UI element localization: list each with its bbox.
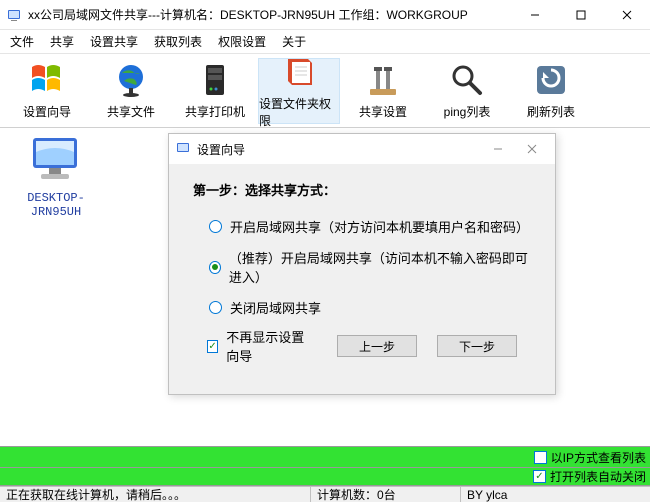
monitor-icon: [27, 134, 85, 187]
wizard-option-3-label: 关闭局域网共享: [230, 298, 321, 317]
book-icon: [280, 53, 318, 91]
toolbar-share-printer[interactable]: 共享打印机: [174, 58, 256, 124]
wizard-options: 开启局域网共享（对方访问本机要填用户名和密码） （推荐）开启局域网共享（访问本机…: [193, 217, 531, 317]
windows-flag-icon: [28, 61, 66, 99]
toolbar-ping-list[interactable]: ping列表: [426, 58, 508, 124]
magnifier-icon: [448, 61, 486, 99]
status-computer-count: 计算机数：0台: [310, 487, 460, 502]
menu-share[interactable]: 共享: [50, 33, 74, 50]
toolbar-share-settings-label: 共享设置: [359, 103, 407, 120]
toolbar-folder-perm-label: 设置文件夹权限: [259, 95, 339, 129]
wizard-dont-show[interactable]: 不再显示设置向导: [207, 327, 313, 365]
app-icon: [6, 7, 22, 23]
wizard-icon: [175, 140, 191, 159]
wizard-option-2[interactable]: （推荐）开启局域网共享（访问本机不输入密码即可进入）: [209, 248, 531, 286]
window-title: xx公司局域网文件共享---计算机名：DESKTOP-JRN95UH 工作组：W…: [28, 6, 512, 23]
globe-icon: [112, 61, 150, 99]
minimize-button[interactable]: [512, 0, 558, 30]
server-icon: [196, 61, 234, 99]
toolbar-refresh[interactable]: 刷新列表: [510, 58, 592, 124]
checkbox-icon: [207, 340, 218, 353]
status-left: 正在获取在线计算机，请稍后。。。: [0, 487, 310, 502]
menu-file[interactable]: 文件: [10, 33, 34, 50]
wizard-option-2-label: （推荐）开启局域网共享（访问本机不输入密码即可进入）: [229, 248, 531, 286]
toolbar-share-printer-label: 共享打印机: [185, 103, 245, 120]
toolbar-wizard-label: 设置向导: [23, 103, 71, 120]
wizard-next-button[interactable]: 下一步: [437, 335, 517, 357]
window-controls: [512, 0, 650, 30]
wizard-footer: 不再显示设置向导 上一步 下一步: [193, 317, 531, 379]
wizard-close-button[interactable]: [515, 137, 549, 161]
menu-about[interactable]: 关于: [282, 33, 306, 50]
options-bar-2: 打开列表自动关闭: [0, 468, 650, 486]
checkbox-icon: [533, 470, 546, 483]
auto-close-label: 打开列表自动关闭: [550, 468, 646, 485]
statusbar: 正在获取在线计算机，请稍后。。。 计算机数：0台 BY ylca: [0, 486, 650, 502]
refresh-icon: [532, 61, 570, 99]
toolbar-ping-list-label: ping列表: [444, 103, 491, 120]
options-bar-1: 以IP方式查看列表: [0, 446, 650, 468]
titlebar: xx公司局域网文件共享---计算机名：DESKTOP-JRN95UH 工作组：W…: [0, 0, 650, 30]
status-author: BY ylca: [460, 487, 650, 502]
radio-icon: [209, 301, 222, 314]
wizard-option-1-label: 开启局域网共享（对方访问本机要填用户名和密码）: [230, 217, 529, 236]
menu-set-share[interactable]: 设置共享: [90, 33, 138, 50]
toolbar-refresh-label: 刷新列表: [527, 103, 575, 120]
wizard-option-1[interactable]: 开启局域网共享（对方访问本机要填用户名和密码）: [209, 217, 531, 236]
wizard-option-3[interactable]: 关闭局域网共享: [209, 298, 531, 317]
wizard-minimize-button[interactable]: [481, 137, 515, 161]
wizard-titlebar: 设置向导: [169, 134, 555, 164]
computer-item[interactable]: DESKTOP-JRN95UH: [6, 134, 106, 219]
radio-icon: [209, 261, 221, 274]
wizard-step-title: 第一步：选择共享方式：: [193, 180, 531, 199]
maximize-button[interactable]: [558, 0, 604, 30]
close-button[interactable]: [604, 0, 650, 30]
radio-icon: [209, 220, 222, 233]
wizard-title-text: 设置向导: [197, 141, 481, 158]
menu-perm[interactable]: 权限设置: [218, 33, 266, 50]
ip-view-checkbox[interactable]: 以IP方式查看列表: [534, 449, 646, 466]
wizard-dont-show-label: 不再显示设置向导: [226, 327, 313, 365]
workspace: DESKTOP-JRN95UH 设置向导 第一步：选择共享方式： 开启局域网共享…: [0, 128, 650, 446]
menu-get-list[interactable]: 获取列表: [154, 33, 202, 50]
ip-view-label: 以IP方式查看列表: [551, 449, 646, 466]
toolbar-folder-perm[interactable]: 设置文件夹权限: [258, 58, 340, 124]
checkbox-icon: [534, 451, 547, 464]
toolbar-wizard[interactable]: 设置向导: [6, 58, 88, 124]
tools-icon: [364, 61, 402, 99]
auto-close-checkbox[interactable]: 打开列表自动关闭: [533, 468, 646, 485]
toolbar-share-file[interactable]: 共享文件: [90, 58, 172, 124]
wizard-prev-button[interactable]: 上一步: [337, 335, 417, 357]
wizard-body: 第一步：选择共享方式： 开启局域网共享（对方访问本机要填用户名和密码） （推荐）…: [169, 164, 555, 394]
toolbar-share-file-label: 共享文件: [107, 103, 155, 120]
toolbar-share-settings[interactable]: 共享设置: [342, 58, 424, 124]
wizard-dialog: 设置向导 第一步：选择共享方式： 开启局域网共享（对方访问本机要填用户名和密码）…: [168, 133, 556, 395]
toolbar: 设置向导 共享文件 共享打印机 设置文件夹权限 共享设置 ping列表 刷新: [0, 54, 650, 128]
menubar: 文件 共享 设置共享 获取列表 权限设置 关于: [0, 30, 650, 54]
computer-name-label: DESKTOP-JRN95UH: [6, 191, 106, 219]
